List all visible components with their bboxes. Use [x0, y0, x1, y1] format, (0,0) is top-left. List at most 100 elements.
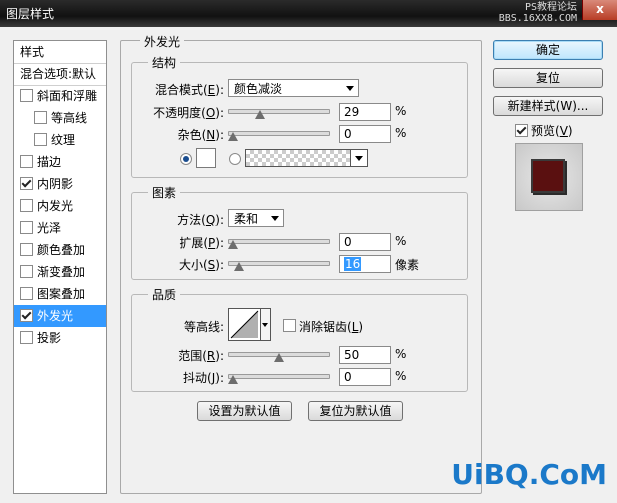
slider-thumb[interactable]	[254, 110, 265, 119]
title-bar: 图层样式 PS教程论坛 BBS.16XX8.COM x	[0, 0, 617, 27]
reset-button[interactable]: 复位	[493, 68, 603, 88]
slider-track	[228, 131, 330, 136]
reset-default-button[interactable]: 复位为默认值	[308, 401, 403, 421]
size-unit: 像素	[395, 258, 420, 272]
chevron-down-icon	[346, 86, 354, 91]
opacity-input[interactable]: 29	[339, 103, 391, 121]
sidebar-item-checkbox[interactable]	[20, 89, 33, 102]
anti-alias-label: 消除锯齿(L)	[299, 320, 364, 334]
sidebar-item-11[interactable]: 投影	[14, 327, 106, 349]
contour-label: 等高线:	[183, 320, 224, 334]
blend-mode-select[interactable]: 颜色减淡	[228, 79, 359, 97]
sidebar-item-label: 图案叠加	[37, 287, 86, 301]
new-style-button[interactable]: 新建样式(W)...	[493, 96, 603, 116]
close-button[interactable]: x	[582, 0, 617, 20]
spread-slider[interactable]	[228, 236, 330, 249]
glow-color-swatch[interactable]	[196, 148, 216, 168]
preview-swatch	[531, 159, 565, 193]
preview-checkbox[interactable]	[515, 124, 528, 137]
sidebar-item-label: 描边	[37, 155, 62, 169]
sidebar-item-checkbox[interactable]	[34, 111, 47, 124]
sidebar-item-label: 内发光	[37, 199, 74, 213]
sidebar-item-5[interactable]: 内发光	[14, 195, 106, 217]
structure-title: 结构	[148, 54, 181, 71]
contour-preview-icon	[230, 310, 259, 339]
blend-mode-value: 颜色减淡	[234, 82, 283, 96]
ok-button[interactable]: 确定	[493, 40, 603, 60]
slider-track	[228, 239, 330, 244]
size-label: 大小(S):	[178, 258, 224, 272]
noise-input[interactable]: 0	[339, 125, 391, 143]
slider-thumb[interactable]	[228, 240, 238, 249]
sidebar-item-3[interactable]: 描边	[14, 151, 106, 173]
spread-input[interactable]: 0	[339, 233, 391, 251]
spread-label: 扩展(P):	[179, 236, 224, 250]
opacity-label: 不透明度(O):	[153, 106, 224, 120]
sidebar-item-checkbox[interactable]	[20, 309, 33, 322]
noise-slider[interactable]	[228, 128, 330, 141]
sidebar-item-checkbox[interactable]	[20, 265, 33, 278]
styles-header[interactable]: 样式	[14, 41, 106, 64]
sidebar-item-checkbox[interactable]	[20, 177, 33, 190]
blend-options-item[interactable]: 混合选项:默认	[14, 63, 106, 86]
gradient-radio[interactable]	[229, 153, 241, 165]
slider-track	[228, 109, 330, 114]
jitter-input[interactable]: 0	[339, 368, 391, 386]
contour-dropdown-button[interactable]	[260, 308, 271, 341]
blend-mode-label: 混合模式(E):	[154, 83, 224, 97]
range-unit: %	[395, 347, 407, 361]
sidebar-item-10[interactable]: 外发光	[14, 305, 106, 327]
styles-header-label: 样式	[20, 45, 45, 59]
window-title: 图层样式	[6, 7, 55, 21]
sidebar-item-checkbox[interactable]	[20, 331, 33, 344]
sidebar-item-label: 投影	[37, 331, 62, 345]
solid-color-radio[interactable]	[180, 153, 192, 165]
style-preview-thumbnail	[515, 143, 583, 211]
watermark-top: PS教程论坛 BBS.16XX8.COM	[498, 2, 577, 24]
elements-title: 图素	[148, 184, 181, 201]
jitter-slider[interactable]	[228, 371, 330, 384]
styles-list: 样式 混合选项:默认 斜面和浮雕等高线纹理描边内阴影内发光光泽颜色叠加渐变叠加图…	[13, 40, 107, 494]
sidebar-item-checkbox[interactable]	[20, 155, 33, 168]
range-input[interactable]: 50	[339, 346, 391, 364]
gradient-picker[interactable]	[245, 149, 351, 167]
range-slider[interactable]	[228, 349, 330, 362]
sidebar-item-label: 渐变叠加	[37, 265, 86, 279]
sidebar-item-4[interactable]: 内阴影	[14, 173, 106, 195]
slider-thumb[interactable]	[233, 262, 244, 271]
method-select[interactable]: 柔和	[228, 209, 284, 227]
sidebar-item-checkbox[interactable]	[34, 133, 47, 146]
set-default-button[interactable]: 设置为默认值	[197, 401, 292, 421]
slider-thumb[interactable]	[228, 132, 238, 141]
contour-picker[interactable]	[228, 308, 261, 341]
range-label: 范围(R):	[178, 349, 224, 363]
blend-options-label: 混合选项:默认	[20, 67, 97, 81]
sidebar-item-checkbox[interactable]	[20, 243, 33, 256]
anti-alias-checkbox[interactable]	[283, 319, 296, 332]
sidebar-item-checkbox[interactable]	[20, 287, 33, 300]
opacity-slider[interactable]	[228, 106, 330, 119]
size-input[interactable]: 16	[339, 255, 391, 273]
sidebar-item-label: 外发光	[37, 309, 74, 323]
gradient-dropdown-button[interactable]	[350, 149, 368, 167]
sidebar-item-6[interactable]: 光泽	[14, 217, 106, 239]
sidebar-item-2[interactable]: 纹理	[14, 129, 106, 151]
sidebar-item-label: 等高线	[51, 111, 88, 125]
sidebar-item-checkbox[interactable]	[20, 199, 33, 212]
slider-thumb[interactable]	[228, 375, 238, 384]
sidebar-item-label: 颜色叠加	[37, 243, 86, 257]
opacity-unit: %	[395, 104, 407, 118]
sidebar-item-7[interactable]: 颜色叠加	[14, 239, 106, 261]
slider-thumb[interactable]	[274, 353, 284, 362]
sidebar-item-0[interactable]: 斜面和浮雕	[14, 85, 106, 107]
size-value: 16	[344, 257, 362, 271]
sidebar-item-1[interactable]: 等高线	[14, 107, 106, 129]
size-slider[interactable]	[228, 258, 330, 271]
method-label: 方法(Q):	[177, 213, 224, 227]
chevron-down-icon	[262, 323, 268, 327]
sidebar-item-label: 斜面和浮雕	[37, 89, 98, 103]
sidebar-item-checkbox[interactable]	[20, 221, 33, 234]
chevron-down-icon	[271, 216, 279, 221]
sidebar-item-9[interactable]: 图案叠加	[14, 283, 106, 305]
sidebar-item-8[interactable]: 渐变叠加	[14, 261, 106, 283]
